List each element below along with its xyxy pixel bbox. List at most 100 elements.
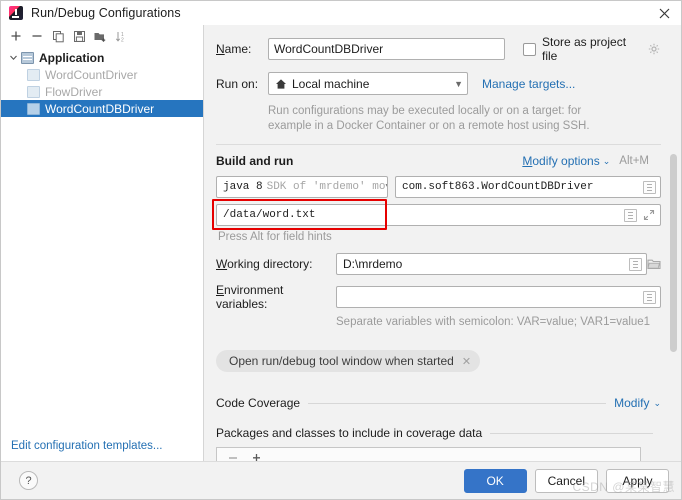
home-icon — [275, 78, 287, 90]
add-configuration-button[interactable] — [6, 27, 26, 46]
store-as-project-file-row[interactable]: Store as project file — [522, 35, 661, 63]
tree-node-label: FlowDriver — [45, 84, 103, 99]
section-rule — [308, 402, 607, 404]
minus-icon[interactable] — [225, 450, 241, 461]
tree-node-label: WordCountDriver — [45, 67, 138, 82]
code-coverage-modify-link[interactable]: Modify — [614, 396, 649, 410]
modify-options-shortcut: Alt+M — [619, 155, 649, 167]
copy-icon[interactable] — [48, 27, 68, 46]
dialog-body: 12 Application WordCountDriver FlowDrive… — [1, 25, 681, 461]
chevron-down-icon[interactable]: ⌄ — [653, 398, 661, 409]
jdk-value: java 8 — [223, 181, 263, 193]
configurations-sidebar: 12 Application WordCountDriver FlowDrive… — [1, 25, 204, 461]
chevron-down-icon[interactable]: ⌄ — [603, 156, 611, 167]
apply-button[interactable]: Apply — [606, 468, 669, 493]
scrollbar-thumb[interactable] — [670, 154, 677, 352]
save-icon[interactable] — [69, 27, 89, 46]
jdk-select[interactable]: java 8 SDK of 'mrdemo' mo ▼ — [216, 176, 388, 198]
sort-az-icon[interactable]: 12 — [111, 27, 131, 46]
open-tool-window-chip-label: Open run/debug tool window when started — [229, 354, 454, 368]
working-directory-input[interactable]: D:\mrdemo — [336, 253, 647, 275]
expand-icon[interactable] — [642, 208, 656, 222]
chevron-down-icon[interactable]: ▼ — [450, 79, 463, 89]
press-alt-hint: Press Alt for field hints — [218, 231, 332, 243]
dialog-footer: ? OK Cancel Apply CSDN @某某智慧 — [1, 461, 681, 499]
working-directory-row: Working directory: D:\mrdemo — [216, 253, 661, 275]
modify-options-link[interactable]: Modify options — [522, 154, 599, 168]
tree-node-flowdriver[interactable]: FlowDriver — [1, 83, 203, 100]
name-input[interactable]: WordCountDBDriver — [268, 38, 505, 60]
build-and-run-title: Build and run — [216, 154, 294, 168]
working-directory-value: D:\mrdemo — [343, 257, 403, 271]
list-dropdown-icon[interactable] — [629, 257, 642, 271]
gear-icon[interactable] — [647, 42, 661, 56]
configuration-form: Name: WordCountDBDriver Store as project… — [204, 25, 681, 461]
close-small-icon[interactable]: ✕ — [462, 355, 471, 368]
sidebar-footer: Edit configuration templates... — [1, 431, 203, 461]
svg-text:2: 2 — [121, 37, 124, 43]
run-debug-configurations-dialog: Run/Debug Configurations 1 2 Application… — [0, 0, 682, 500]
close-icon[interactable] — [653, 4, 675, 22]
list-dropdown-icon[interactable] — [643, 290, 656, 304]
configurations-tree: Application WordCountDriver FlowDriver W… — [1, 47, 203, 431]
packages-classes-header: Packages and classes to include in cover… — [216, 426, 661, 440]
name-row: Name: WordCountDBDriver Store as project… — [216, 35, 661, 63]
run-on-label: Run on: — [216, 76, 259, 91]
code-coverage-section-header: Code Coverage Modify ⌄ — [216, 396, 661, 410]
section-divider — [216, 144, 661, 145]
code-coverage-title: Code Coverage — [216, 396, 301, 410]
chevron-down-icon[interactable]: ▼ — [385, 182, 387, 192]
chevron-down-icon[interactable] — [7, 52, 19, 64]
program-arguments-input[interactable]: /data/word.txt — [216, 204, 661, 226]
application-group-icon — [21, 51, 34, 64]
name-label: Name: — [216, 42, 252, 56]
run-on-select[interactable]: Local machine ▼ — [268, 72, 468, 95]
edit-configuration-templates-link[interactable]: Edit configuration templates... — [11, 440, 163, 452]
run-config-icon — [27, 85, 40, 98]
main-class-value: com.soft863.WordCountDBDriver — [402, 181, 594, 193]
manage-targets-link[interactable]: Manage targets... — [482, 77, 575, 91]
environment-variables-row: Environment variables: — [216, 283, 661, 311]
open-tool-window-chip[interactable]: Open run/debug tool window when started … — [216, 350, 481, 372]
tree-node-label: WordCountDBDriver — [45, 101, 155, 116]
tree-node-application[interactable]: Application — [1, 49, 203, 66]
coverage-table — [216, 447, 641, 461]
store-as-project-file-checkbox[interactable] — [522, 42, 536, 56]
packages-classes-title: Packages and classes to include in cover… — [216, 426, 483, 440]
ok-button[interactable]: OK — [463, 468, 527, 493]
environment-variables-input[interactable] — [336, 286, 661, 308]
tree-node-label: Application — [39, 50, 105, 65]
name-input-value: WordCountDBDriver — [274, 42, 384, 56]
run-on-value: Local machine — [292, 76, 370, 91]
folder-icon[interactable] — [647, 258, 661, 271]
list-dropdown-icon[interactable] — [624, 208, 637, 222]
environment-variables-label: Environment variables: — [216, 283, 284, 311]
tree-node-wordcountdbdriver[interactable]: WordCountDBDriver — [1, 100, 203, 117]
build-and-run-header: Build and run Modify options ⌄ Alt+M — [216, 154, 661, 168]
section-rule — [490, 432, 653, 434]
help-button[interactable]: ? — [19, 471, 38, 490]
store-as-project-file-label: Store as project file — [541, 35, 627, 63]
run-on-hint-line-1: Run configurations may be executed local… — [268, 105, 582, 117]
remove-configuration-button[interactable] — [27, 27, 47, 46]
dialog-actions: OK Cancel Apply — [463, 468, 669, 493]
intellij-idea-icon — [9, 6, 23, 20]
main-class-input[interactable]: com.soft863.WordCountDBDriver — [395, 176, 661, 198]
plus-icon[interactable] — [249, 450, 265, 461]
jdk-value-detail: SDK of 'mrdemo' mo — [266, 181, 386, 193]
jdk-and-mainclass-row: java 8 SDK of 'mrdemo' mo ▼ com.soft863.… — [216, 176, 661, 198]
list-dropdown-icon[interactable] — [643, 180, 656, 194]
run-config-icon — [27, 68, 40, 81]
title-bar: Run/Debug Configurations — [1, 1, 681, 25]
run-on-hint-line-2: example in a Docker Container or on a re… — [268, 120, 590, 132]
program-arguments-value: /data/word.txt — [223, 209, 316, 221]
environment-variables-hint: Separate variables with semicolon: VAR=v… — [336, 316, 651, 328]
dialog-title: Run/Debug Configurations — [31, 6, 181, 20]
tree-node-wordcountdriver[interactable]: WordCountDriver — [1, 66, 203, 83]
run-on-hint: Run configurations may be executed local… — [268, 104, 613, 134]
cancel-button[interactable]: Cancel — [534, 468, 598, 493]
form-scrollbar[interactable] — [669, 47, 678, 457]
coverage-toolbar — [217, 448, 640, 461]
folder-add-icon[interactable] — [90, 27, 110, 46]
run-config-icon — [27, 102, 40, 115]
